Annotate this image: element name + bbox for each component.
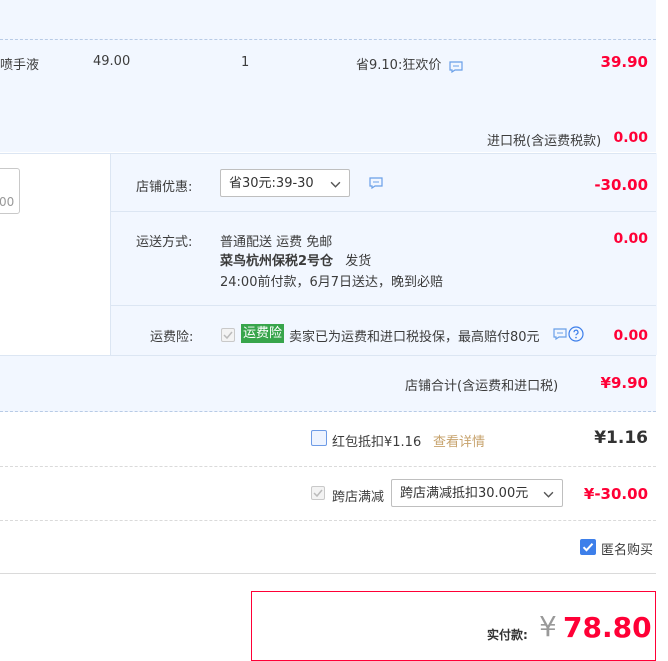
check-icon [313,489,323,498]
item-subtotal: 39.90 [600,53,648,71]
divider [0,573,656,574]
red-packet-label: 红包抵扣¥1.16 [332,435,422,450]
shop-discount-value: -30.00 [594,176,648,194]
item-name[interactable]: 喷手液 [0,54,39,73]
cross-store-value: ¥-30.00 [583,485,648,503]
shipping-line1: 普通配送 运费 免邮 [220,235,333,250]
freight-insurance-label: 运费险: [150,330,194,345]
freight-insurance-checkbox[interactable] [221,328,235,342]
payment-label: 实付款: [487,628,528,642]
shipping-warehouse: 菜鸟杭州保税2号仓 [220,254,334,269]
shop-total-value: ¥9.90 [600,374,648,392]
shipping-label: 运送方式: [136,235,193,250]
red-packet-value: ¥1.16 [594,428,648,448]
chevron-down-icon [330,181,341,188]
chevron-down-icon [543,491,554,498]
red-packet-checkbox[interactable] [311,430,327,446]
divider [0,466,656,467]
item-price: 49.00 [93,54,131,69]
shop-total-bottom-border [0,411,656,412]
divider [0,520,656,521]
cross-store-label: 跨店满减 [332,490,385,505]
item-quantity: 1 [241,55,250,70]
shipping-warehouse-line: 菜鸟杭州保税2号仓 发货 [220,250,371,269]
payment-currency: ¥ [539,610,557,643]
item-promo: 省9.10:狂欢价 [356,54,464,73]
help-icon[interactable] [568,326,584,342]
shop-discount-select[interactable]: 省30元:39-30 [220,169,350,197]
cross-store-select[interactable]: 跨店满减抵扣30.00元 [391,479,563,507]
item-row-top-border [0,39,656,40]
chat-icon[interactable] [369,177,383,189]
import-tax-label: 进口税(含运费税款) [487,134,602,149]
divider [110,305,656,306]
shop-discount-selected: 省30元:39-30 [229,176,314,191]
check-icon [223,331,233,340]
divider [0,153,656,154]
shop-total-label: 店铺合计(含运费和进口税) [405,379,559,394]
anonymous-label: 匿名购买 [601,543,654,558]
message-input[interactable]: 00 [0,168,20,214]
item-promo-text: 省9.10:狂欢价 [356,58,442,73]
divider [110,211,656,212]
shipping-ship-note: 发货 [345,254,372,269]
payment-amount: 78.80 [563,611,652,644]
anonymous-checkbox[interactable] [580,539,596,555]
shipping-delivery: 24:00前付款，6月7日送达，晚到必赔 [220,275,444,290]
chat-icon[interactable] [449,61,464,73]
chat-icon[interactable] [553,328,567,340]
cross-store-checkbox[interactable] [311,486,325,500]
freight-insurance-value: 0.00 [613,328,648,344]
cross-store-selected: 跨店满减抵扣30.00元 [400,486,529,501]
shop-discount-label: 店铺优惠: [136,180,193,195]
red-packet-details-link[interactable]: 查看详情 [433,431,485,450]
import-tax-value: 0.00 [613,130,648,146]
freight-insurance-text: 卖家已为运费和进口税投保，最高赔付80元 [289,330,540,345]
shipping-value: 0.00 [613,231,648,247]
check-icon [582,543,594,552]
freight-insurance-badge: 运费险 [241,324,285,343]
message-input-text: 00 [0,195,15,209]
